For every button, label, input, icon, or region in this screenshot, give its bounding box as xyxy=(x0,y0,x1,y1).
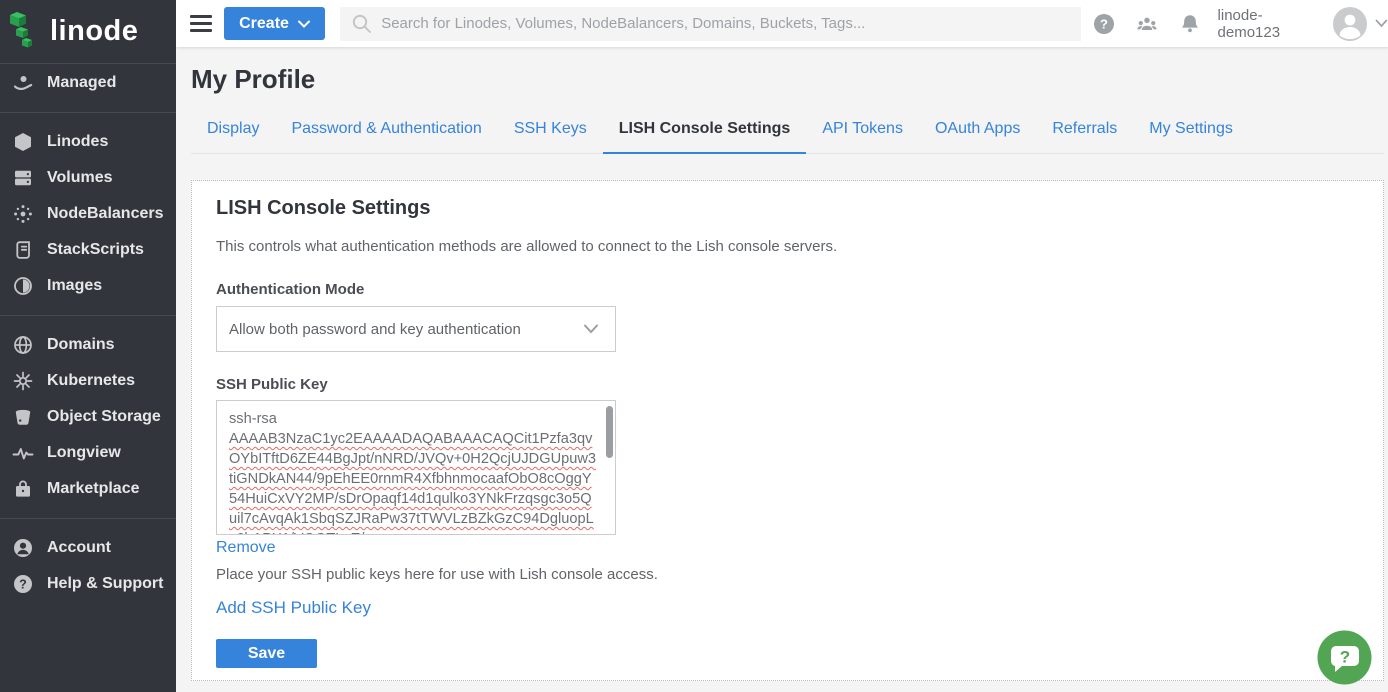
sidebar-divider xyxy=(0,518,176,519)
user-menu[interactable]: linode-demo123 xyxy=(1218,7,1388,41)
sidebar-item-stackscripts[interactable]: StackScripts xyxy=(0,232,176,268)
managed-icon xyxy=(11,72,35,94)
svg-text:?: ? xyxy=(19,577,27,591)
main-content: My Profile Display Password & Authentica… xyxy=(176,47,1388,692)
sidebar-item-managed[interactable]: Managed xyxy=(0,65,176,101)
ssh-key-helper-text: Place your SSH public keys here for use … xyxy=(216,566,1359,583)
chevron-down-icon xyxy=(298,20,310,28)
community-icon[interactable] xyxy=(1136,13,1158,35)
sidebar-item-domains[interactable]: Domains xyxy=(0,327,176,363)
auth-mode-select[interactable]: Allow both password and key authenticati… xyxy=(216,306,616,352)
sidebar-item-label: Longview xyxy=(47,444,121,462)
username: linode-demo123 xyxy=(1218,7,1325,41)
topbar: Create ? linode-demo123 xyxy=(176,0,1388,47)
avatar xyxy=(1333,7,1367,41)
sidebar-item-marketplace[interactable]: Marketplace xyxy=(0,471,176,507)
help-circle-icon[interactable]: ? xyxy=(1093,13,1115,35)
nodebalancers-icon xyxy=(11,203,35,225)
sidebar-divider xyxy=(0,112,176,113)
sidebar-item-label: Kubernetes xyxy=(47,372,135,390)
tab-oauth-apps[interactable]: OAuth Apps xyxy=(919,107,1036,153)
tab-password-authentication[interactable]: Password & Authentication xyxy=(275,107,497,153)
sidebar-item-label: Object Storage xyxy=(47,408,161,426)
sidebar-divider xyxy=(0,315,176,316)
tab-ssh-keys[interactable]: SSH Keys xyxy=(498,107,603,153)
create-button-label: Create xyxy=(239,15,289,33)
stackscripts-icon xyxy=(11,239,35,261)
marketplace-icon xyxy=(11,478,35,500)
panel-title: LISH Console Settings xyxy=(216,197,1359,219)
sidebar-item-label: Account xyxy=(47,539,111,557)
tab-display[interactable]: Display xyxy=(191,107,275,153)
sidebar-item-images[interactable]: Images xyxy=(0,268,176,304)
account-icon xyxy=(11,537,35,559)
tab-lish-console-settings[interactable]: LISH Console Settings xyxy=(603,107,807,154)
tab-my-settings[interactable]: My Settings xyxy=(1133,107,1249,153)
sidebar-nav: Managed Linodes Volumes NodeBalancers S xyxy=(0,64,176,602)
tab-referrals[interactable]: Referrals xyxy=(1036,107,1133,153)
sidebar-item-label: Marketplace xyxy=(47,480,140,498)
remove-key-link[interactable]: Remove xyxy=(216,539,276,557)
sidebar-item-volumes[interactable]: Volumes xyxy=(0,160,176,196)
sidebar-item-kubernetes[interactable]: Kubernetes xyxy=(0,363,176,399)
menu-hamburger-icon[interactable] xyxy=(190,15,212,32)
ssh-key-prefix: ssh-rsa xyxy=(229,411,277,427)
help-icon: ? xyxy=(11,573,35,595)
panel-description: This controls what authentication method… xyxy=(216,237,1359,257)
topbar-icons: ? xyxy=(1093,13,1201,35)
chevron-down-icon xyxy=(583,324,599,334)
sidebar-item-label: Images xyxy=(47,277,102,295)
linode-logo[interactable]: linode xyxy=(0,0,176,64)
object-storage-icon xyxy=(11,406,35,428)
sidebar-item-label: Linodes xyxy=(47,133,108,151)
auth-mode-value: Allow both password and key authenticati… xyxy=(229,321,521,338)
sidebar-item-label: StackScripts xyxy=(47,241,144,259)
svg-text:?: ? xyxy=(1340,648,1350,667)
linodes-icon xyxy=(11,131,35,153)
textarea-scrollbar[interactable] xyxy=(606,406,613,458)
search-input[interactable] xyxy=(381,15,1069,32)
sidebar-item-label: NodeBalancers xyxy=(47,205,164,223)
ssh-key-textarea[interactable]: ssh-rsa AAAAB3NzaC1yc2EAAAADAQABAAACAQCi… xyxy=(216,400,616,535)
longview-icon xyxy=(11,442,35,464)
profile-tabs: Display Password & Authentication SSH Ke… xyxy=(191,107,1384,154)
volumes-icon xyxy=(11,167,35,189)
kubernetes-icon xyxy=(11,370,35,392)
sidebar-item-label: Help & Support xyxy=(47,575,163,593)
linode-logo-icon xyxy=(7,8,45,55)
sidebar-item-longview[interactable]: Longview xyxy=(0,435,176,471)
domains-icon xyxy=(11,334,35,356)
sidebar-item-nodebalancers[interactable]: NodeBalancers xyxy=(0,196,176,232)
ssh-key-body: AAAAB3NzaC1yc2EAAAADAQABAAACAQCit1Pzfa3q… xyxy=(229,431,596,535)
ssh-key-label: SSH Public Key xyxy=(216,377,1359,392)
search-icon xyxy=(351,13,372,34)
global-search xyxy=(340,7,1080,41)
chevron-down-icon xyxy=(1375,19,1388,28)
sidebar: linode Managed Linodes Volumes NodeBal xyxy=(0,0,176,692)
sidebar-item-object-storage[interactable]: Object Storage xyxy=(0,399,176,435)
floating-help-button[interactable]: ? xyxy=(1316,629,1373,686)
sidebar-item-label: Volumes xyxy=(47,169,113,187)
images-icon xyxy=(11,275,35,297)
linode-logo-text: linode xyxy=(50,15,138,48)
add-ssh-key-link[interactable]: Add SSH Public Key xyxy=(216,598,371,618)
notifications-bell-icon[interactable] xyxy=(1179,13,1201,35)
sidebar-item-account[interactable]: Account xyxy=(0,530,176,566)
auth-mode-label: Authentication Mode xyxy=(216,282,1359,297)
tab-api-tokens[interactable]: API Tokens xyxy=(806,107,919,153)
sidebar-item-label: Managed xyxy=(47,74,116,92)
create-button[interactable]: Create xyxy=(224,7,325,40)
sidebar-item-label: Domains xyxy=(47,336,115,354)
sidebar-item-linodes[interactable]: Linodes xyxy=(0,124,176,160)
page-title: My Profile xyxy=(191,63,1388,95)
svg-text:?: ? xyxy=(1100,16,1108,31)
sidebar-item-help-support[interactable]: ? Help & Support xyxy=(0,566,176,602)
save-button[interactable]: Save xyxy=(216,639,317,668)
lish-settings-panel: LISH Console Settings This controls what… xyxy=(191,180,1384,681)
